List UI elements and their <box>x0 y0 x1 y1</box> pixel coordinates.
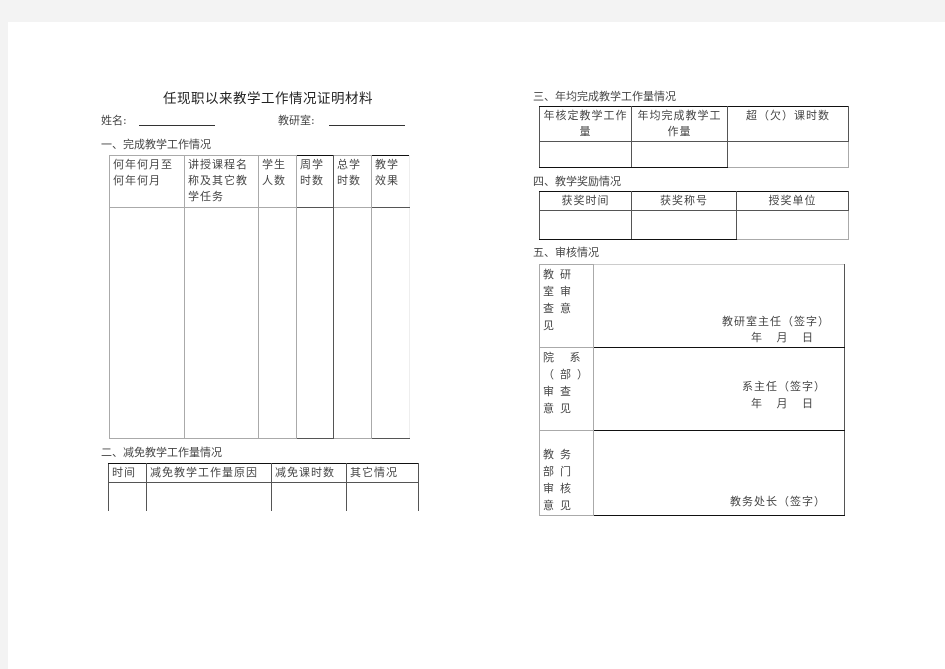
review-row-office: 教研室审查意见 教研室主任（签字） 年 月 日 <box>539 264 845 348</box>
cell-over-under-hours[interactable] <box>727 141 849 168</box>
date-department: 年 月 日 <box>751 397 814 410</box>
cell-other[interactable] <box>346 482 419 511</box>
col-weekly-hours: 周学时数 <box>296 155 334 208</box>
cell-course[interactable] <box>184 207 259 439</box>
col-award-time: 获奖时间 <box>539 191 632 211</box>
cell-effect[interactable] <box>371 207 410 439</box>
cell-award-title[interactable] <box>631 210 737 240</box>
col-total-hours: 总学时数 <box>333 155 372 208</box>
workload-reduction-table: 时间 减免教学工作量原因 减免课时数 其它情况 <box>108 463 419 511</box>
cell-reason[interactable] <box>146 482 272 511</box>
col-award-unit: 授奖单位 <box>736 191 849 211</box>
review-label-department: 院 系（部）审查意见 <box>543 351 589 415</box>
signature-office-head: 教研室主任（签字） <box>722 315 830 328</box>
review-opinion-academic-affairs[interactable]: 教务处长（签字） <box>593 430 845 516</box>
col-time: 时间 <box>108 463 147 483</box>
cell-avg-completed[interactable] <box>631 141 728 168</box>
document-title: 任现职以来教学工作情况证明材料 <box>163 91 373 107</box>
section1-heading: 一、完成教学工作情况 <box>101 138 211 151</box>
col-reason: 减免教学工作量原因 <box>146 463 272 483</box>
cell-total-hours[interactable] <box>333 207 372 439</box>
review-opinion-office[interactable]: 教研室主任（签字） 年 月 日 <box>593 264 845 348</box>
office-label: 教研室: <box>278 114 315 127</box>
col-course: 讲授课程名称及其它教学任务 <box>184 155 259 208</box>
section4-heading: 四、教学奖励情况 <box>533 175 621 188</box>
review-row-department: 院 系（部）审查意见 系主任（签字） 年 月 日 <box>539 347 845 431</box>
section5-heading: 五、审核情况 <box>533 246 599 259</box>
teaching-work-table: 何年何月至何年何月 讲授课程名称及其它教学任务 学生人数 周学时数 总学时数 教… <box>109 155 410 439</box>
teaching-awards-table: 获奖时间 获奖称号 授奖单位 <box>539 191 849 240</box>
col-other: 其它情况 <box>346 463 419 483</box>
col-students: 学生人数 <box>258 155 297 208</box>
cell-reduced-hours[interactable] <box>271 482 347 511</box>
office-field[interactable] <box>329 125 405 126</box>
date-office: 年 月 日 <box>751 331 814 344</box>
cell-weekly-hours[interactable] <box>296 207 334 439</box>
cell-period[interactable] <box>109 207 185 439</box>
col-avg-completed: 年均完成教学工作量 <box>631 106 728 142</box>
annual-workload-table: 年核定教学工作量 年均完成教学工作量 超（欠）课时数 <box>539 106 849 168</box>
review-row-academic-affairs: 教务部门审核意见 教务处长（签字） <box>539 430 845 516</box>
col-reduced-hours: 减免课时数 <box>271 463 347 483</box>
col-period: 何年何月至何年何月 <box>109 155 185 208</box>
name-label: 姓名: <box>101 114 127 127</box>
col-assigned-workload: 年核定教学工作量 <box>539 106 632 142</box>
col-award-title: 获奖称号 <box>631 191 737 211</box>
cell-time[interactable] <box>108 482 147 511</box>
col-effect: 教学效果 <box>371 155 410 208</box>
review-table: 教研室审查意见 教研室主任（签字） 年 月 日 院 系（部）审查意见 系主任（签… <box>539 264 845 516</box>
cell-award-time[interactable] <box>539 210 632 240</box>
signature-academic-affairs-head: 教务处长（签字） <box>730 495 826 508</box>
cell-students[interactable] <box>258 207 297 439</box>
review-label-academic-affairs: 教务部门审核意见 <box>543 448 577 512</box>
name-field[interactable] <box>139 125 215 126</box>
cell-award-unit[interactable] <box>736 210 849 240</box>
col-over-under-hours: 超（欠）课时数 <box>727 106 849 142</box>
review-opinion-department[interactable]: 系主任（签字） 年 月 日 <box>593 347 845 431</box>
review-label-office: 教研室审查意见 <box>543 268 577 332</box>
signature-department-head: 系主任（签字） <box>742 380 826 393</box>
section3-heading: 三、年均完成教学工作量情况 <box>533 90 676 103</box>
cell-assigned-workload[interactable] <box>539 141 632 168</box>
section2-heading: 二、减免教学工作量情况 <box>101 446 222 459</box>
